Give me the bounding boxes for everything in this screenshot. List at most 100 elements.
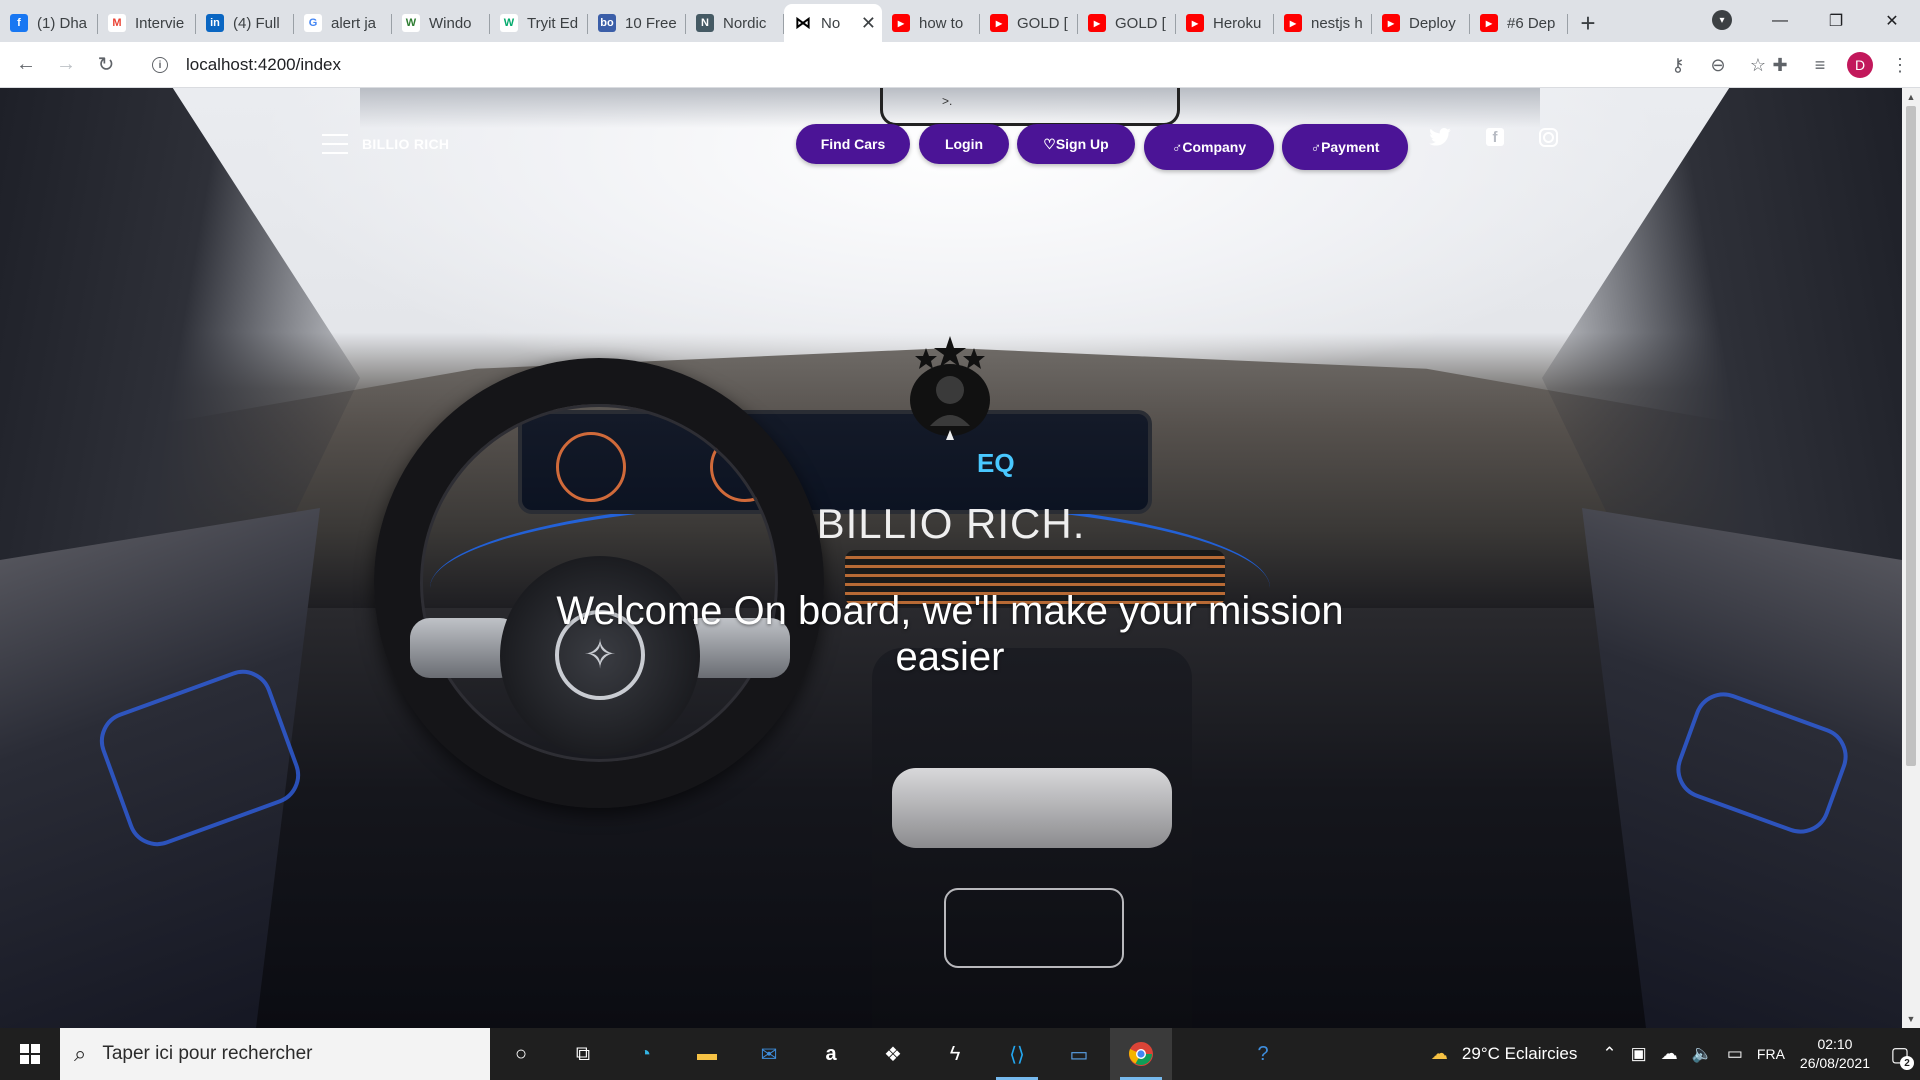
new-tab-button[interactable]: + [1568, 4, 1608, 42]
w3schools-icon: W [500, 14, 518, 32]
system-tray: ☁ 29°C Eclaircies ⌃ ▣ ☁ 🔈 ▭ FRA 02:10 26… [1424, 1028, 1920, 1080]
dropbox-icon[interactable]: ❖ [862, 1028, 924, 1080]
page-scrollbar[interactable]: ▲ ▼ [1902, 88, 1920, 1028]
volume-icon[interactable]: 🔈 [1692, 1044, 1713, 1064]
company-button[interactable]: ♂Company [1144, 124, 1274, 170]
restore-icon[interactable]: ❐ [1808, 11, 1864, 31]
gmail-icon: M [108, 14, 126, 32]
youtube-icon: ▶ [990, 14, 1008, 32]
edge-icon[interactable]: ◔ [614, 1028, 676, 1080]
windows-start-icon[interactable] [0, 1028, 60, 1080]
profile-avatar[interactable]: D [1847, 52, 1873, 78]
bowtie-icon: ⋈ [795, 15, 811, 32]
browser-tab[interactable]: ▶ Heroku [1176, 4, 1274, 42]
app-s-icon[interactable]: ϟ [924, 1028, 986, 1080]
top-dots: >. [942, 94, 953, 108]
browser-tab[interactable]: ▶ how to [882, 4, 980, 42]
twitter-icon[interactable] [1428, 125, 1452, 149]
mail-icon[interactable]: ✉ [738, 1028, 800, 1080]
scroll-down-icon[interactable]: ▼ [1902, 1014, 1920, 1024]
youtube-icon: ▶ [1480, 14, 1498, 32]
windows-taskbar: ⌕ Taper ici pour rechercher ○ ⧉ ◔ ▬ ✉ a … [0, 1028, 1920, 1080]
browser-tab[interactable]: M Intervie [98, 4, 196, 42]
close-tab-icon[interactable]: ✕ [861, 13, 876, 34]
language-indicator[interactable]: FRA [1757, 1046, 1785, 1062]
weather-text[interactable]: 29°C Eclaircies [1462, 1044, 1577, 1064]
url-text[interactable]: localhost:4200/index [186, 55, 341, 75]
bo-icon: bo [598, 14, 616, 32]
browser-tab[interactable]: ▶ nestjs h [1274, 4, 1372, 42]
weather-icon[interactable]: ☁ [1431, 1044, 1448, 1064]
touchpad-shape [944, 888, 1124, 968]
youtube-icon: ▶ [892, 14, 910, 32]
browser-tab[interactable]: bo 10 Free [588, 4, 686, 42]
tab-strip: f (1) Dha M Intervie in (4) Full Galert ja … [0, 0, 1920, 42]
onedrive-icon[interactable]: ☁ [1661, 1044, 1678, 1064]
youtube-icon: ▶ [1186, 14, 1204, 32]
remote-desktop-icon[interactable]: ▭ [1048, 1028, 1110, 1080]
forward-icon[interactable]: → [46, 45, 86, 85]
help-icon[interactable]: ? [1232, 1028, 1294, 1080]
browser-tab[interactable]: Galert ja [294, 4, 392, 42]
search-icon: ⌕ [74, 1041, 87, 1066]
info-icon[interactable]: i [152, 57, 168, 73]
youtube-icon: ▶ [1088, 14, 1106, 32]
file-explorer-icon[interactable]: ▬ [676, 1028, 738, 1080]
find-cars-button[interactable]: Find Cars [796, 124, 910, 164]
browser-tab[interactable]: in (4) Full [196, 4, 294, 42]
instagram-icon[interactable] [1539, 128, 1558, 147]
center-console [872, 648, 1192, 1028]
scrollbar-thumb[interactable] [1906, 106, 1916, 766]
google-icon: G [304, 14, 322, 32]
youtube-icon: ▶ [1284, 14, 1302, 32]
page-viewport: EQ ✧ >. BILLIO RICH Find Cars Login ♡Sig… [0, 88, 1902, 1028]
login-button[interactable]: Login [919, 124, 1009, 164]
address-bar[interactable]: i localhost:4200/index ⚷ ⊖ ☆ [138, 48, 1778, 82]
notifications-icon[interactable]: ▢ 2 [1880, 1028, 1920, 1080]
browser-tab[interactable]: ▶ GOLD [ [980, 4, 1078, 42]
tab-search-icon[interactable]: ▾ [1712, 10, 1732, 30]
key-icon[interactable]: ⚷ [1658, 55, 1698, 76]
scroll-up-icon[interactable]: ▲ [1902, 92, 1920, 102]
site-navbar: >. BILLIO RICH Find Cars Login ♡Sign Up … [0, 88, 1902, 188]
zoom-icon[interactable]: ⊖ [1698, 55, 1738, 76]
browser-tab[interactable]: f (1) Dha [0, 4, 98, 42]
w-site-icon: W [402, 14, 420, 32]
close-window-icon[interactable]: ✕ [1864, 11, 1920, 31]
task-view-icon[interactable]: ⧉ [552, 1028, 614, 1080]
browser-tab[interactable]: W Tryit Ed [490, 4, 588, 42]
minimize-icon[interactable]: — [1752, 12, 1808, 30]
crown-logo-icon [910, 336, 990, 440]
browser-tab-active[interactable]: ⋈ No ✕ [784, 4, 882, 42]
browser-tab[interactable]: ▶ GOLD [ [1078, 4, 1176, 42]
media-control-icon[interactable]: ≡ [1800, 55, 1840, 76]
taskbar-search-box[interactable]: ⌕ Taper ici pour rechercher [60, 1028, 490, 1080]
extensions-icon[interactable]: ✚ [1760, 55, 1800, 76]
browser-tab[interactable]: N Nordic [686, 4, 784, 42]
navbar-brand[interactable]: BILLIO RICH [362, 136, 449, 152]
eq-logo: EQ [977, 448, 1015, 478]
back-icon[interactable]: ← [6, 45, 46, 85]
sign-up-button[interactable]: ♡Sign Up [1017, 124, 1135, 164]
taskbar-apps: ○ ⧉ ◔ ▬ ✉ a ❖ ϟ ⟨⟩ ▭ ? [490, 1028, 1294, 1080]
vscode-icon[interactable]: ⟨⟩ [986, 1028, 1048, 1080]
payment-button[interactable]: ♂Payment [1282, 124, 1408, 170]
amazon-icon[interactable]: a [800, 1028, 862, 1080]
browser-tab[interactable]: W Windo [392, 4, 490, 42]
reload-icon[interactable]: ↻ [86, 45, 126, 85]
extension-area: ✚ ≡ D ⋮ [1760, 45, 1920, 85]
meet-now-icon[interactable]: ▣ [1631, 1044, 1647, 1064]
hamburger-menu-icon[interactable] [322, 134, 348, 154]
battery-icon[interactable]: ▭ [1727, 1044, 1743, 1064]
facebook-icon[interactable]: f [1486, 128, 1504, 146]
browser-tab[interactable]: ▶ Deploy [1372, 4, 1470, 42]
cortana-icon[interactable]: ○ [490, 1028, 552, 1080]
browser-tab[interactable]: ▶ #6 Dep [1470, 4, 1568, 42]
clock[interactable]: 02:10 26/08/2021 [1800, 1035, 1870, 1073]
hero-tagline: Welcome On board, we'll make your missio… [556, 589, 1344, 679]
facebook-icon: f [10, 14, 28, 32]
taskbar-search-placeholder[interactable]: Taper ici pour rechercher [102, 1043, 312, 1065]
more-menu-icon[interactable]: ⋮ [1880, 55, 1920, 76]
chevron-up-icon[interactable]: ⌃ [1602, 1044, 1616, 1064]
chrome-icon[interactable] [1110, 1028, 1172, 1080]
